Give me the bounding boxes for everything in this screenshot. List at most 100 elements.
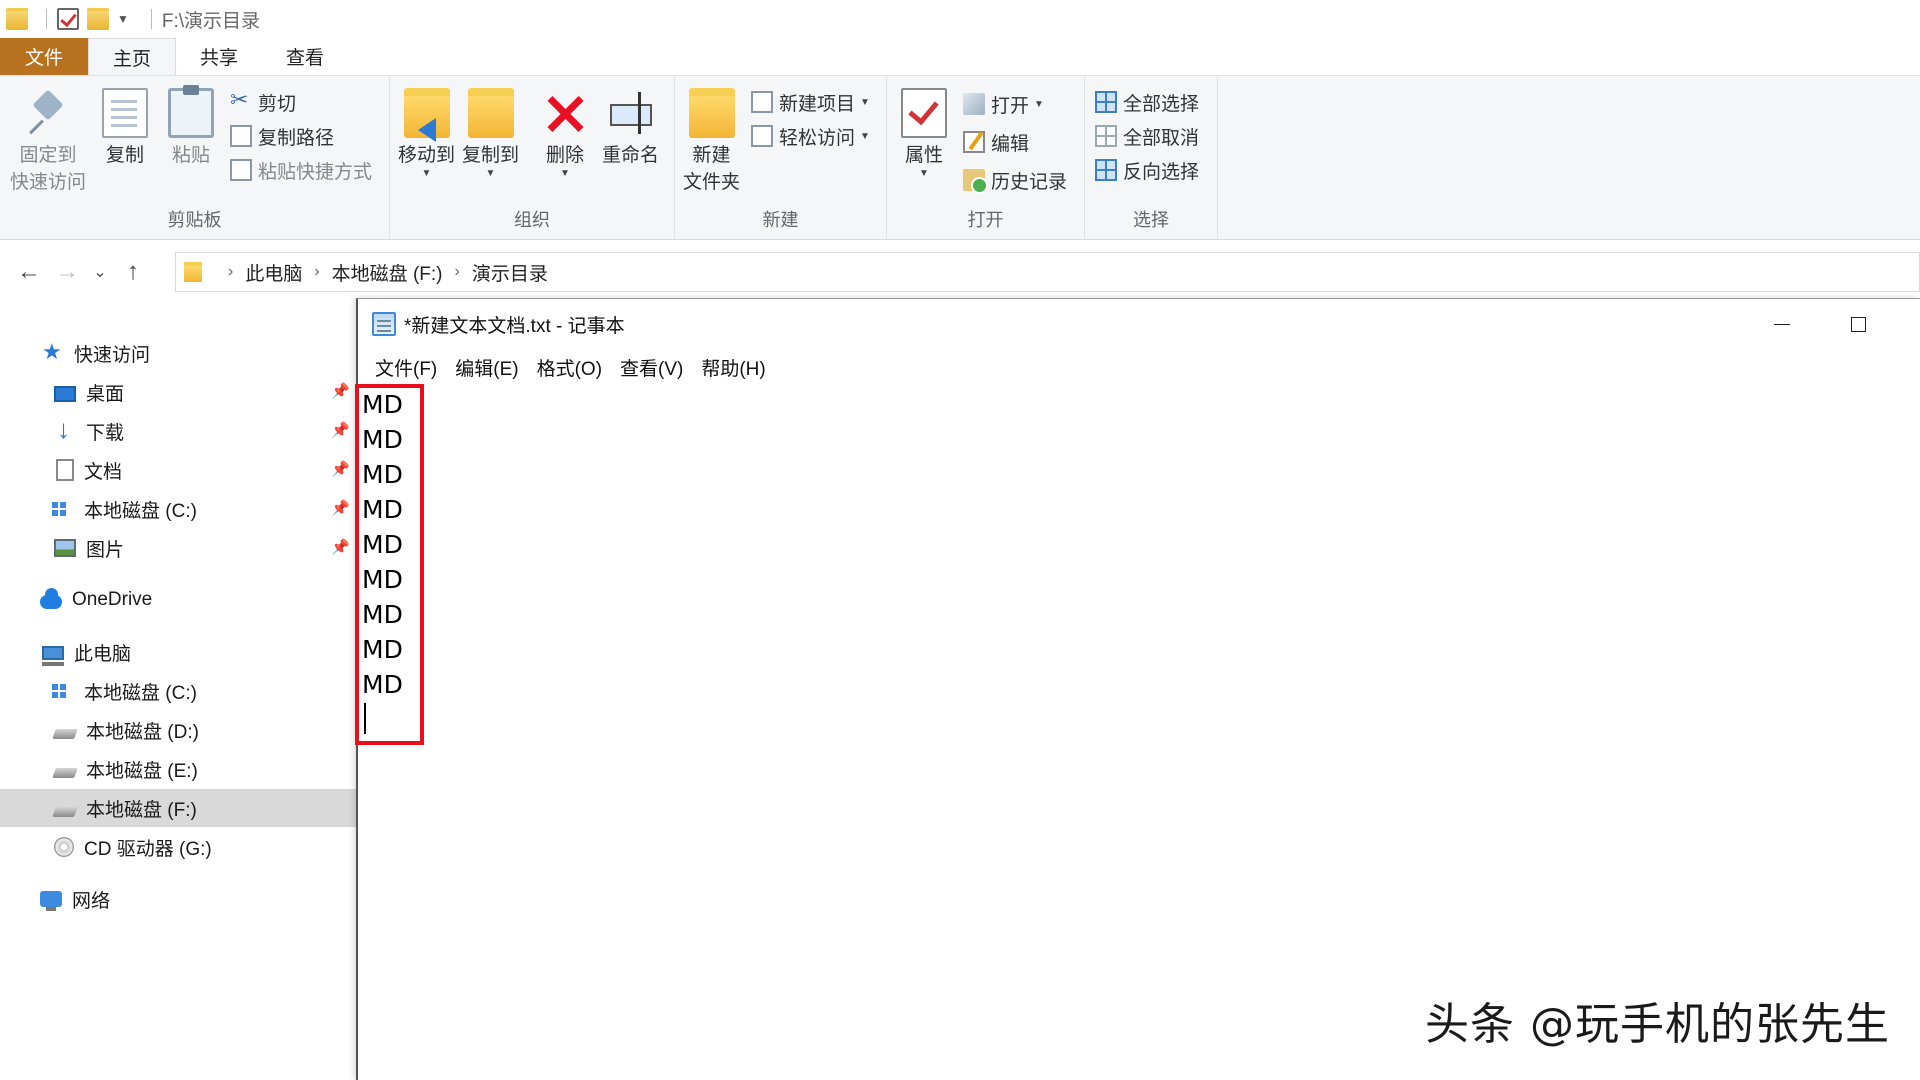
chevron-right-icon[interactable]: ›: [314, 263, 319, 281]
folder-icon: [184, 262, 202, 282]
move-to-icon: [403, 88, 450, 142]
maximize-button[interactable]: [1820, 299, 1896, 349]
explorer-title-bar: ▼ F:\演示目录: [0, 0, 1920, 38]
folder-icon[interactable]: [6, 8, 28, 30]
rename-icon: [608, 88, 654, 138]
select-all-button[interactable]: 全部选择: [1095, 88, 1199, 116]
select-none-button[interactable]: 全部取消: [1095, 122, 1199, 150]
nav-quick-access[interactable]: 快速访问: [0, 334, 356, 372]
nav-onedrive[interactable]: OneDrive: [0, 581, 356, 619]
breadcrumb-demo-folder[interactable]: 演示目录: [472, 259, 548, 286]
nav-cd-drive-g[interactable]: CD 驱动器 (G:): [0, 828, 356, 866]
separator: [46, 9, 47, 29]
chevron-right-icon[interactable]: ›: [228, 263, 233, 281]
new-folder-button[interactable]: 新建 文件夹: [683, 88, 740, 196]
chevron-down-icon: ▼: [421, 168, 432, 179]
select-group-label: 选择: [1133, 210, 1169, 230]
select-group: 全部选择 全部取消 反向选择 选择: [1085, 76, 1218, 240]
pin-to-quick-access-button[interactable]: 固定到 快速访问: [10, 88, 86, 196]
new-item-icon: [751, 91, 773, 113]
download-icon: [54, 414, 76, 445]
invert-selection-button[interactable]: 反向选择: [1095, 156, 1199, 184]
chevron-right-icon[interactable]: ›: [455, 263, 460, 281]
nav-pictures[interactable]: 图片 📌: [0, 529, 356, 567]
notepad-title-bar[interactable]: *新建文本文档.txt - 记事本: [358, 299, 1920, 349]
edit-icon: [963, 131, 985, 153]
copy-path-icon: [230, 125, 252, 147]
properties-button[interactable]: 属性 ▼: [901, 88, 947, 179]
navigation-bar: ← → ⌄ ↑ › 此电脑 › 本地磁盘 (F:) › 演示目录: [0, 252, 1920, 292]
easy-access-button[interactable]: 轻松访问 ▼: [751, 122, 870, 150]
nav-quick-drive-c[interactable]: 本地磁盘 (C:) 📌: [0, 490, 356, 528]
tab-home[interactable]: 主页: [88, 38, 177, 75]
minimize-icon: [1774, 323, 1790, 325]
menu-edit[interactable]: 编辑(E): [446, 354, 527, 381]
scissors-icon: [230, 87, 252, 113]
delete-button[interactable]: 删除 ▼: [542, 88, 588, 179]
windows-drive-icon: [52, 502, 66, 516]
move-to-button[interactable]: 移动到 ▼: [398, 88, 455, 179]
breadcrumb-this-pc[interactable]: 此电脑: [245, 259, 302, 286]
pin-icon[interactable]: 📌: [331, 538, 350, 556]
properties-quick-icon[interactable]: [57, 8, 79, 30]
star-icon: [42, 339, 64, 365]
tab-view[interactable]: 查看: [262, 38, 348, 75]
breadcrumb-drive-f[interactable]: 本地磁盘 (F:): [332, 259, 443, 286]
pin-icon[interactable]: 📌: [331, 499, 350, 517]
nav-desktop[interactable]: 桌面 📌: [0, 373, 356, 411]
up-arrow-icon[interactable]: ↑: [114, 258, 152, 286]
invert-selection-icon: [1095, 159, 1117, 181]
menu-view[interactable]: 查看(V): [611, 354, 692, 381]
computer-icon: [42, 646, 64, 666]
open-button[interactable]: 打开 ▼: [963, 90, 1044, 118]
chevron-down-icon: ▼: [860, 130, 870, 142]
menu-help[interactable]: 帮助(H): [692, 354, 774, 381]
rename-button[interactable]: 重命名: [602, 88, 659, 169]
window-title: F:\演示目录: [161, 10, 261, 32]
back-arrow-icon[interactable]: ←: [10, 258, 48, 286]
paste-shortcut-button[interactable]: 粘贴快捷方式: [230, 156, 372, 184]
nav-this-pc[interactable]: 此电脑: [0, 633, 356, 671]
chevron-down-icon: ▼: [919, 168, 929, 179]
nav-drive-d[interactable]: 本地磁盘 (D:): [0, 711, 356, 749]
copy-to-icon: [467, 88, 514, 138]
recent-locations-chevron-icon[interactable]: ⌄: [86, 262, 114, 282]
menu-file[interactable]: 文件(F): [366, 354, 446, 381]
new-item-button[interactable]: 新建项目 ▼: [751, 88, 870, 116]
nav-drive-f[interactable]: 本地磁盘 (F:): [0, 789, 356, 827]
pictures-icon: [54, 539, 76, 557]
new-folder-quick-icon[interactable]: [87, 8, 109, 30]
menu-format[interactable]: 格式(O): [528, 354, 611, 381]
nav-documents[interactable]: 文档 📌: [0, 451, 356, 489]
separator: [150, 9, 152, 29]
nav-drive-e[interactable]: 本地磁盘 (E:): [0, 750, 356, 788]
organize-group-label: 组织: [514, 210, 550, 230]
edit-button[interactable]: 编辑: [963, 128, 1029, 156]
cut-button[interactable]: 剪切: [230, 87, 296, 116]
address-bar[interactable]: › 此电脑 › 本地磁盘 (F:) › 演示目录: [175, 252, 1920, 292]
nav-downloads[interactable]: 下载 📌: [0, 412, 356, 450]
notepad-title: *新建文本文档.txt - 记事本: [404, 315, 625, 337]
paste-button[interactable]: 粘贴: [168, 85, 214, 169]
pin-icon[interactable]: 📌: [331, 421, 350, 439]
open-icon: [963, 93, 985, 115]
tab-file[interactable]: 文件: [0, 38, 88, 75]
select-none-icon: [1095, 125, 1117, 147]
pin-icon[interactable]: 📌: [331, 382, 350, 400]
pin-icon[interactable]: 📌: [331, 460, 350, 478]
clipboard-group-label: 剪贴板: [167, 210, 222, 230]
copy-button[interactable]: 复制: [102, 88, 148, 169]
clipboard-group: 固定到 快速访问 复制 粘贴 剪切 复制路径 粘贴快捷方式 剪贴板: [0, 76, 390, 240]
customize-quick-access-icon[interactable]: ▼: [117, 12, 129, 26]
copy-path-button[interactable]: 复制路径: [230, 122, 334, 150]
ribbon-tabs: 文件 主页 共享 查看: [0, 38, 1920, 76]
nav-network[interactable]: 网络: [0, 880, 356, 918]
properties-icon: [901, 88, 947, 138]
copy-to-button[interactable]: 复制到 ▼: [462, 88, 519, 179]
nav-drive-c[interactable]: 本地磁盘 (C:): [0, 672, 356, 710]
history-button[interactable]: 历史记录: [963, 166, 1067, 194]
notepad-text-area[interactable]: MD MD MD MD MD MD MD MD MD: [358, 385, 1920, 1080]
tab-share[interactable]: 共享: [176, 38, 262, 75]
minimize-button[interactable]: [1744, 299, 1820, 349]
forward-arrow-icon[interactable]: →: [48, 258, 86, 286]
